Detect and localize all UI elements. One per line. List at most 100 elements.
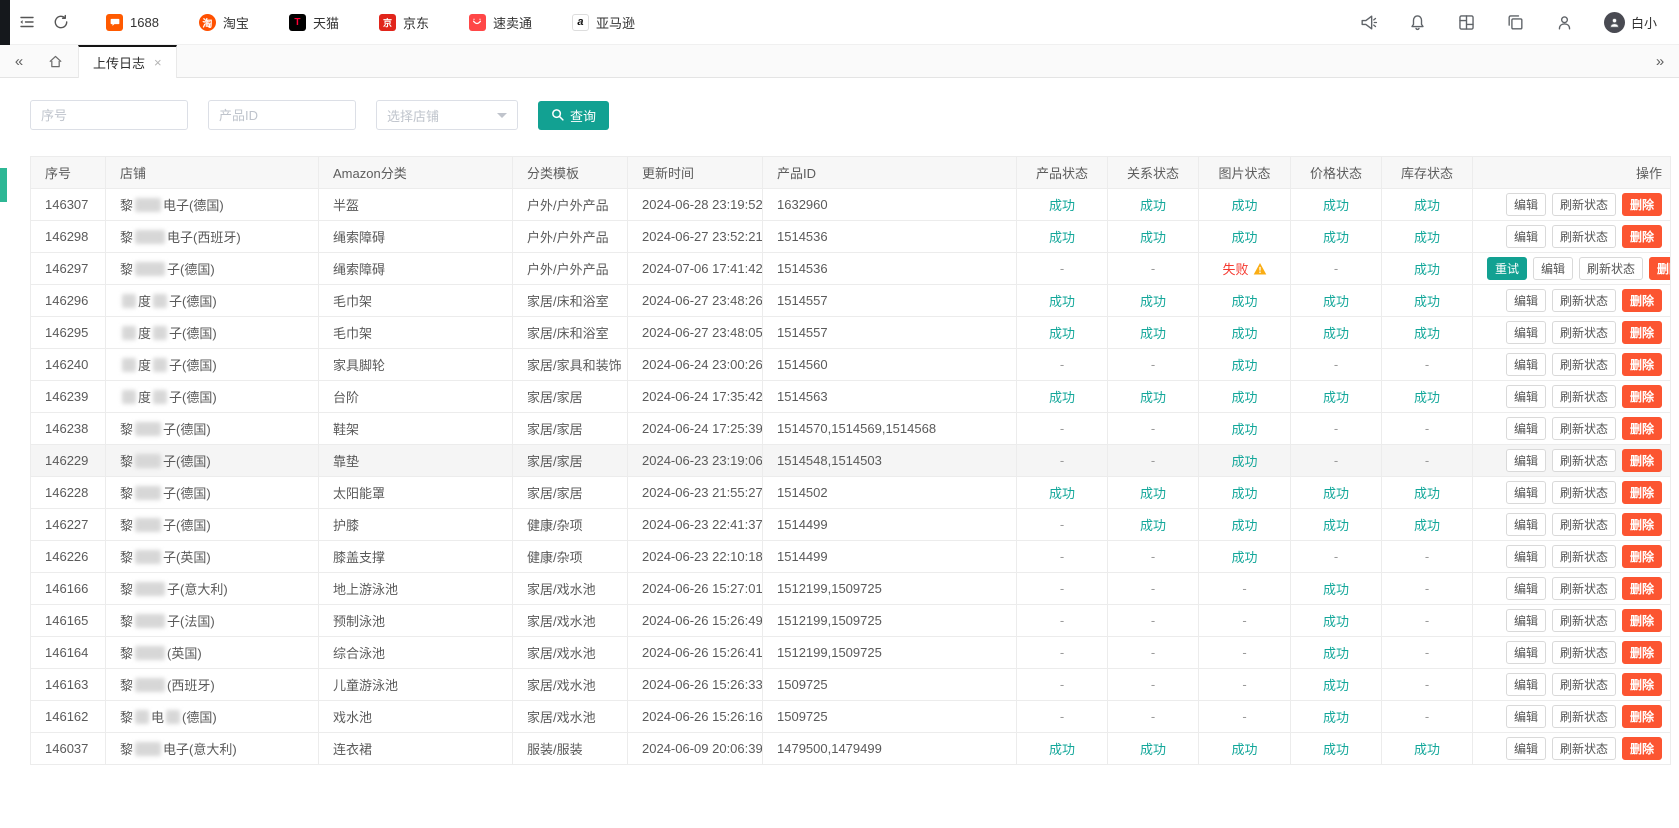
refresh-status-button[interactable]: 刷新状态 bbox=[1552, 353, 1616, 376]
edit-button[interactable]: 编辑 bbox=[1506, 289, 1546, 312]
edit-button[interactable]: 编辑 bbox=[1506, 193, 1546, 216]
edit-button[interactable]: 编辑 bbox=[1506, 449, 1546, 472]
refresh-status-button[interactable]: 刷新状态 bbox=[1552, 193, 1616, 216]
scroll-tabs-right-icon[interactable]: » bbox=[1641, 53, 1679, 70]
refresh-icon[interactable] bbox=[44, 0, 78, 45]
edit-button[interactable]: 编辑 bbox=[1506, 321, 1546, 344]
delete-button[interactable]: 删除 bbox=[1622, 193, 1662, 216]
cell-product-status: 成功 bbox=[1017, 381, 1108, 413]
cell-shop: 黎(英国) bbox=[106, 637, 319, 669]
notifications-bell-icon[interactable] bbox=[1408, 13, 1427, 32]
refresh-status-button[interactable]: 刷新状态 bbox=[1552, 673, 1616, 696]
delete-button[interactable]: 删除 bbox=[1622, 705, 1662, 728]
sidebar-active-indicator bbox=[0, 168, 7, 202]
shop-name-text: 黎 bbox=[120, 422, 133, 437]
column-header-库存状态: 库存状态 bbox=[1382, 157, 1473, 189]
refresh-status-button[interactable]: 刷新状态 bbox=[1552, 609, 1616, 632]
cell-update-time: 2024-06-09 20:06:39 bbox=[628, 733, 763, 765]
refresh-status-button[interactable]: 刷新状态 bbox=[1552, 641, 1616, 664]
delete-button[interactable]: 删除 bbox=[1622, 449, 1662, 472]
refresh-status-button[interactable]: 刷新状态 bbox=[1552, 513, 1616, 536]
retry-button[interactable]: 重试 bbox=[1487, 257, 1527, 280]
delete-button[interactable]: 删除 bbox=[1622, 289, 1662, 312]
menu-fold-icon[interactable] bbox=[10, 0, 44, 45]
search-button[interactable]: 查询 bbox=[538, 101, 609, 130]
edit-button[interactable]: 编辑 bbox=[1506, 705, 1546, 728]
home-icon[interactable] bbox=[38, 53, 72, 70]
contacts-icon[interactable] bbox=[1555, 13, 1574, 32]
edit-button[interactable]: 编辑 bbox=[1506, 353, 1546, 376]
delete-button[interactable]: 删除 bbox=[1622, 481, 1662, 504]
delete-button[interactable]: 删除 bbox=[1622, 513, 1662, 536]
apps-grid-icon[interactable] bbox=[1457, 13, 1476, 32]
platform-tab-亚马逊[interactable]: a亚马逊 bbox=[552, 0, 655, 45]
edit-button[interactable]: 编辑 bbox=[1533, 257, 1573, 280]
edit-button[interactable]: 编辑 bbox=[1506, 385, 1546, 408]
delete-button[interactable]: 删除 bbox=[1622, 609, 1662, 632]
platform-tab-速卖通[interactable]: 速卖通 bbox=[449, 0, 552, 45]
shop-name-text: 度 bbox=[138, 294, 151, 309]
refresh-status-button[interactable]: 刷新状态 bbox=[1552, 545, 1616, 568]
table-row: 146037黎电子(意大利)连衣裙服装/服装2024-06-09 20:06:3… bbox=[31, 733, 1671, 765]
edit-button[interactable]: 编辑 bbox=[1506, 641, 1546, 664]
seq-input[interactable] bbox=[30, 100, 188, 130]
status-success: 成功 bbox=[1049, 742, 1075, 757]
platform-tab-天猫[interactable]: T天猫 bbox=[269, 0, 359, 45]
platform-tab-淘宝[interactable]: 淘淘宝 bbox=[179, 0, 269, 45]
edit-button[interactable]: 编辑 bbox=[1506, 737, 1546, 760]
tab-upload-log[interactable]: 上传日志 × bbox=[78, 45, 177, 78]
cell-actions: 编辑刷新状态删除 bbox=[1473, 701, 1671, 733]
delete-button[interactable]: 删除 bbox=[1622, 641, 1662, 664]
clone-window-icon[interactable] bbox=[1506, 13, 1525, 32]
close-tab-icon[interactable]: × bbox=[154, 56, 162, 69]
cell-category-template: 服装/服装 bbox=[513, 733, 628, 765]
delete-button[interactable]: 删除 bbox=[1622, 673, 1662, 696]
edit-button[interactable]: 编辑 bbox=[1506, 577, 1546, 600]
platform-tab-京东[interactable]: 京京东 bbox=[359, 0, 449, 45]
refresh-status-button[interactable]: 刷新状态 bbox=[1552, 449, 1616, 472]
edit-button[interactable]: 编辑 bbox=[1506, 609, 1546, 632]
status-success: 成功 bbox=[1140, 742, 1166, 757]
shop-select[interactable]: 选择店铺 bbox=[376, 100, 518, 130]
edit-button[interactable]: 编辑 bbox=[1506, 513, 1546, 536]
product-id-input[interactable] bbox=[208, 100, 356, 130]
cell-image-status: 成功 bbox=[1199, 349, 1291, 381]
delete-button[interactable]: 删除 bbox=[1622, 385, 1662, 408]
delete-button[interactable]: 删除 bbox=[1622, 737, 1662, 760]
refresh-status-button[interactable]: 刷新状态 bbox=[1552, 417, 1616, 440]
refresh-status-button[interactable]: 刷新状态 bbox=[1552, 737, 1616, 760]
redacted-blur bbox=[135, 198, 161, 212]
delete-button[interactable]: 删除 bbox=[1622, 545, 1662, 568]
edit-button[interactable]: 编辑 bbox=[1506, 673, 1546, 696]
refresh-status-button[interactable]: 刷新状态 bbox=[1552, 577, 1616, 600]
shop-name-text: 子(德国) bbox=[169, 294, 217, 309]
edit-button[interactable]: 编辑 bbox=[1506, 481, 1546, 504]
edit-button[interactable]: 编辑 bbox=[1506, 417, 1546, 440]
refresh-status-button[interactable]: 刷新状态 bbox=[1579, 257, 1643, 280]
announcement-icon[interactable] bbox=[1359, 13, 1378, 32]
table-row: 146162黎电(德国)戏水池家居/戏水池2024-06-26 15:26:16… bbox=[31, 701, 1671, 733]
delete-button[interactable]: 删除 bbox=[1622, 353, 1662, 376]
refresh-status-button[interactable]: 刷新状态 bbox=[1552, 225, 1616, 248]
platform-tab-1688[interactable]: 1688 bbox=[86, 0, 179, 45]
redacted-blur bbox=[135, 678, 165, 692]
user-menu[interactable]: 白小 bbox=[1604, 12, 1657, 33]
cell-product-status: - bbox=[1017, 669, 1108, 701]
delete-button[interactable]: 删除 bbox=[1622, 321, 1662, 344]
refresh-status-button[interactable]: 刷新状态 bbox=[1552, 289, 1616, 312]
scroll-tabs-left-icon[interactable]: « bbox=[0, 53, 38, 70]
redacted-blur bbox=[135, 454, 161, 468]
cell-amazon-category: 毛巾架 bbox=[319, 317, 513, 349]
refresh-status-button[interactable]: 刷新状态 bbox=[1552, 705, 1616, 728]
refresh-status-button[interactable]: 刷新状态 bbox=[1552, 481, 1616, 504]
edit-button[interactable]: 编辑 bbox=[1506, 225, 1546, 248]
status-success: 成功 bbox=[1140, 486, 1166, 501]
edit-button[interactable]: 编辑 bbox=[1506, 545, 1546, 568]
delete-button[interactable]: 删除 bbox=[1622, 225, 1662, 248]
delete-button[interactable]: 删除 bbox=[1649, 257, 1670, 280]
refresh-status-button[interactable]: 刷新状态 bbox=[1552, 385, 1616, 408]
delete-button[interactable]: 删除 bbox=[1622, 577, 1662, 600]
cell-image-status: 成功 bbox=[1199, 477, 1291, 509]
refresh-status-button[interactable]: 刷新状态 bbox=[1552, 321, 1616, 344]
delete-button[interactable]: 删除 bbox=[1622, 417, 1662, 440]
